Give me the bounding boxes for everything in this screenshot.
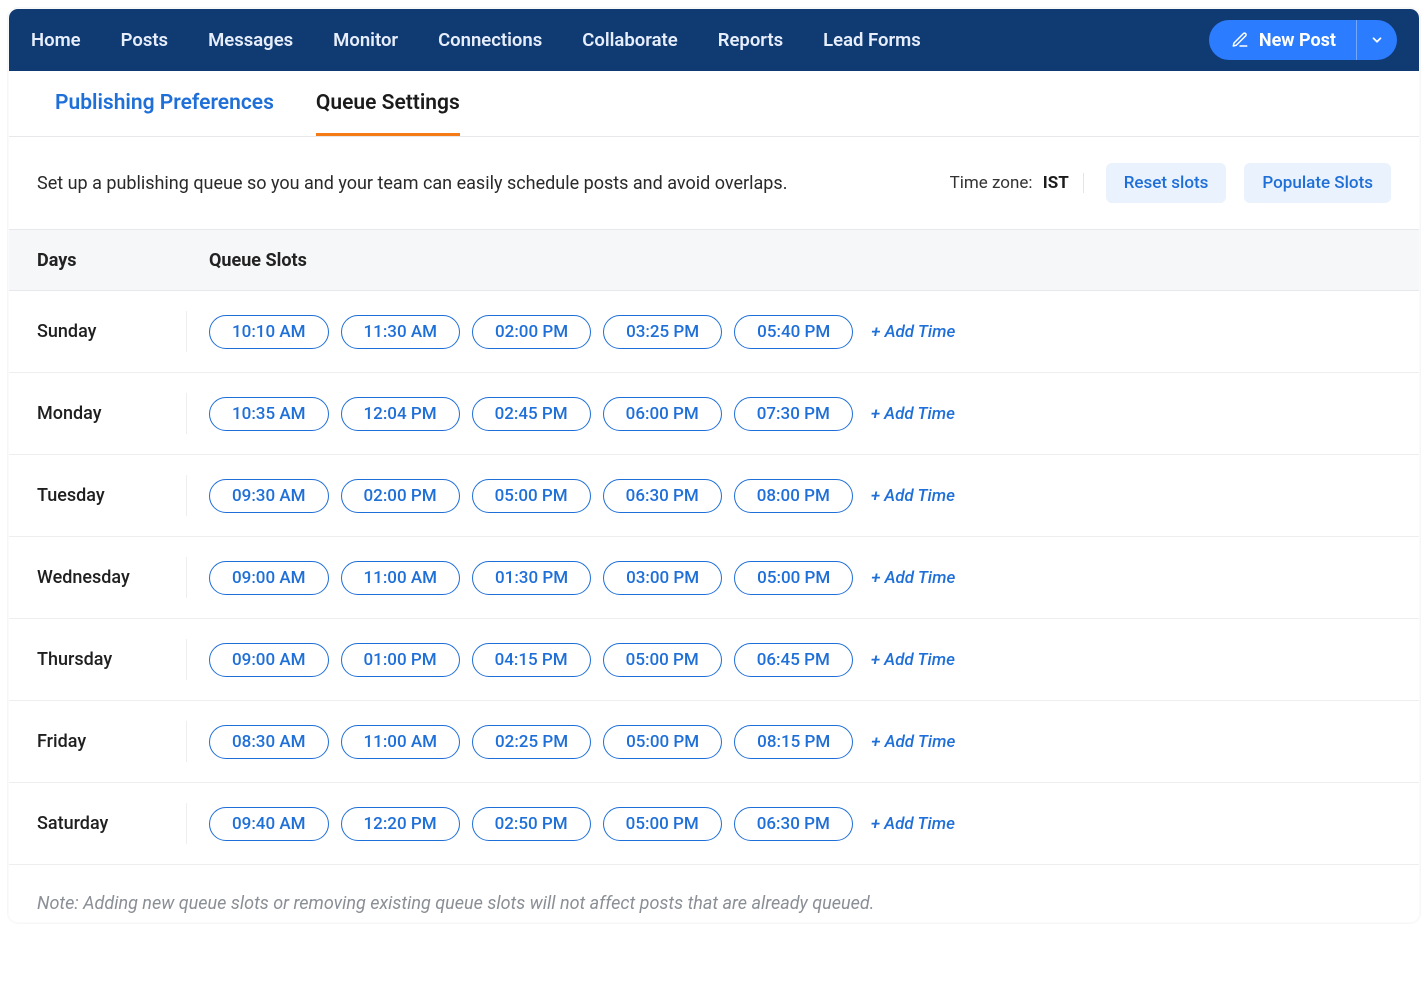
add-time-button[interactable]: + Add Time (871, 322, 955, 342)
time-slot[interactable]: 11:30 AM (341, 315, 461, 349)
nav-collaborate[interactable]: Collaborate (582, 29, 677, 51)
slots-container: 09:40 AM 12:20 PM 02:50 PM 05:00 PM 06:30 PM… (187, 807, 955, 841)
time-slot[interactable]: 08:30 AM (209, 725, 329, 759)
reset-slots-button[interactable]: Reset slots (1106, 163, 1227, 203)
time-slot[interactable]: 02:00 PM (472, 315, 591, 349)
description-row: Set up a publishing queue so you and you… (9, 137, 1419, 229)
time-slot[interactable]: 12:20 PM (341, 807, 460, 841)
tab-queue-settings[interactable]: Queue Settings (316, 71, 460, 136)
add-time-button[interactable]: + Add Time (871, 404, 955, 424)
time-slot[interactable]: 01:30 PM (472, 561, 591, 595)
day-label: Friday (37, 721, 187, 762)
queue-description: Set up a publishing queue so you and you… (37, 173, 932, 194)
queue-table-body: Sunday 10:10 AM 11:30 AM 02:00 PM 03:25 PM 05… (9, 291, 1419, 865)
nav-home[interactable]: Home (31, 29, 81, 51)
time-slot[interactable]: 09:40 AM (209, 807, 329, 841)
queue-row: Wednesday 09:00 AM 11:00 AM 01:30 PM 03:00 P… (9, 537, 1419, 619)
queue-table-header: Days Queue Slots (9, 229, 1419, 291)
time-slot[interactable]: 12:04 PM (341, 397, 460, 431)
slots-container: 10:10 AM 11:30 AM 02:00 PM 03:25 PM 05:40 PM… (187, 315, 955, 349)
new-post-button[interactable]: New Post (1209, 20, 1357, 60)
timezone-value: IST (1043, 173, 1069, 193)
time-slot[interactable]: 02:25 PM (472, 725, 591, 759)
queue-row: Sunday 10:10 AM 11:30 AM 02:00 PM 03:25 PM 05… (9, 291, 1419, 373)
day-label: Saturday (37, 803, 187, 844)
time-slot[interactable]: 05:00 PM (603, 643, 722, 677)
add-time-button[interactable]: + Add Time (871, 650, 955, 670)
populate-slots-button[interactable]: Populate Slots (1244, 163, 1391, 203)
day-label: Sunday (37, 311, 187, 352)
footnote: Note: Adding new queue slots or removing… (9, 865, 1419, 922)
nav-connections[interactable]: Connections (438, 29, 542, 51)
queue-row: Thursday 09:00 AM 01:00 PM 04:15 PM 05:00 PM… (9, 619, 1419, 701)
time-slot[interactable]: 02:45 PM (472, 397, 591, 431)
time-slot[interactable]: 10:10 AM (209, 315, 329, 349)
time-slot[interactable]: 03:00 PM (603, 561, 722, 595)
subtabs: Publishing Preferences Queue Settings (9, 71, 1419, 137)
time-slot[interactable]: 02:00 PM (341, 479, 460, 513)
time-slot[interactable]: 09:00 AM (209, 561, 329, 595)
day-label: Thursday (37, 639, 187, 680)
time-slot[interactable]: 07:30 PM (734, 397, 853, 431)
slots-container: 09:30 AM 02:00 PM 05:00 PM 06:30 PM 08:00 PM… (187, 479, 955, 513)
time-slot[interactable]: 03:25 PM (603, 315, 722, 349)
slots-container: 09:00 AM 11:00 AM 01:30 PM 03:00 PM 05:00 PM… (187, 561, 955, 595)
day-label: Tuesday (37, 475, 187, 516)
time-slot[interactable]: 01:00 PM (341, 643, 460, 677)
new-post-split-button: New Post (1209, 20, 1397, 60)
new-post-dropdown[interactable] (1357, 20, 1397, 60)
add-time-button[interactable]: + Add Time (871, 486, 955, 506)
time-slot[interactable]: 06:00 PM (603, 397, 722, 431)
time-slot[interactable]: 11:00 AM (341, 561, 461, 595)
pencil-icon (1231, 31, 1249, 49)
nav-reports[interactable]: Reports (718, 29, 783, 51)
add-time-button[interactable]: + Add Time (871, 814, 955, 834)
time-slot[interactable]: 05:00 PM (472, 479, 591, 513)
time-slot[interactable]: 09:30 AM (209, 479, 329, 513)
time-slot[interactable]: 09:00 AM (209, 643, 329, 677)
queue-row: Tuesday09:30 AM02:00 PM05:00 PM06:30 PM0… (9, 455, 1419, 537)
queue-row: Saturday 09:40 AM 12:20 PM 02:50 PM 05:00 PM… (9, 783, 1419, 865)
slots-container: 08:30 AM 11:00 AM 02:25 PM 05:00 PM 08:15 PM… (187, 725, 955, 759)
time-slot[interactable]: 06:30 PM (603, 479, 722, 513)
slots-container: 10:35 AM 12:04 PM 02:45 PM 06:00 PM 07:30 PM… (187, 397, 955, 431)
header-days: Days (37, 250, 209, 271)
time-slot[interactable]: 04:15 PM (472, 643, 591, 677)
add-time-button[interactable]: + Add Time (871, 568, 955, 588)
day-label: Monday (37, 393, 187, 434)
time-slot[interactable]: 05:00 PM (603, 807, 722, 841)
time-slot[interactable]: 02:50 PM (472, 807, 591, 841)
time-slot[interactable]: 10:35 AM (209, 397, 329, 431)
time-slot[interactable]: 05:40 PM (734, 315, 853, 349)
chevron-down-icon (1370, 33, 1384, 47)
queue-row: Friday08:30 AM11:00 AM02:25 PM05:00 PM08… (9, 701, 1419, 783)
nav-posts[interactable]: Posts (121, 29, 168, 51)
timezone: Time zone: IST (950, 173, 1084, 193)
new-post-label: New Post (1259, 30, 1336, 51)
nav-messages[interactable]: Messages (208, 29, 293, 51)
time-slot[interactable]: 05:00 PM (734, 561, 853, 595)
time-slot[interactable]: 08:00 PM (734, 479, 853, 513)
nav-monitor[interactable]: Monitor (333, 29, 398, 51)
add-time-button[interactable]: + Add Time (871, 732, 955, 752)
top-nav: Home Posts Messages Monitor Connections … (9, 9, 1419, 71)
day-label: Wednesday (37, 557, 187, 598)
nav-lead-forms[interactable]: Lead Forms (823, 29, 921, 51)
time-slot[interactable]: 06:45 PM (734, 643, 853, 677)
time-slot[interactable]: 05:00 PM (603, 725, 722, 759)
slots-container: 09:00 AM 01:00 PM 04:15 PM 05:00 PM 06:45 PM… (187, 643, 955, 677)
tab-publishing-preferences[interactable]: Publishing Preferences (55, 71, 274, 136)
queue-row: Monday 10:35 AM 12:04 PM 02:45 PM 06:00 PM 07… (9, 373, 1419, 455)
timezone-label: Time zone: (950, 173, 1033, 193)
header-queue-slots: Queue Slots (209, 250, 307, 271)
time-slot[interactable]: 08:15 PM (734, 725, 853, 759)
time-slot[interactable]: 06:30 PM (734, 807, 853, 841)
time-slot[interactable]: 11:00 AM (341, 725, 461, 759)
